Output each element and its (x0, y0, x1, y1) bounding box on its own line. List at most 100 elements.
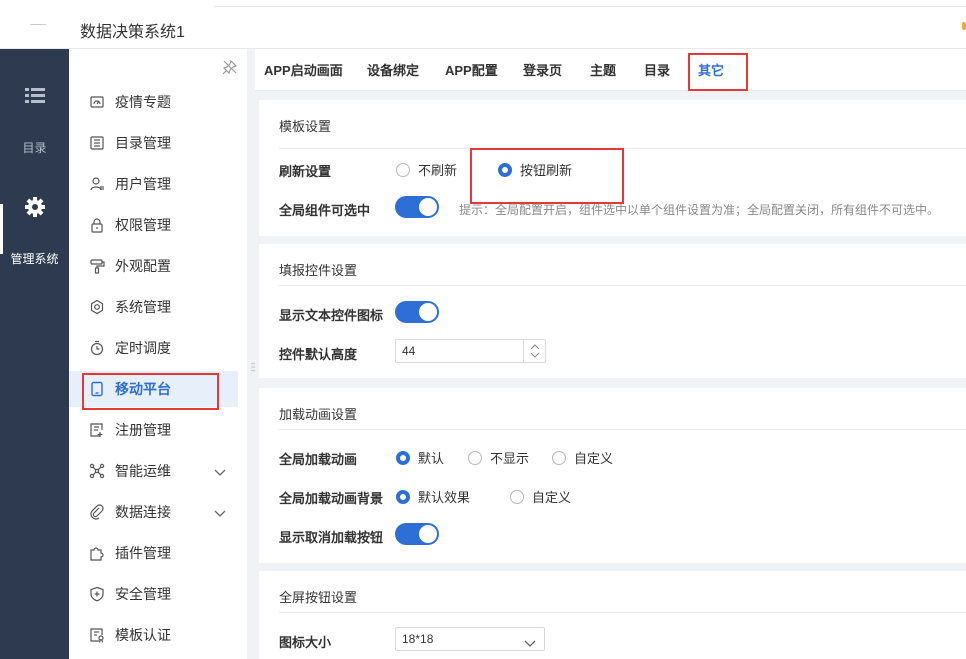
primary-rail: 目录 管理系统 (0, 49, 69, 659)
rail-label-management: 管理系统 (10, 252, 59, 266)
radio-anim-default[interactable]: 默认 (396, 448, 444, 467)
radio-no-refresh[interactable]: 不刷新 (396, 160, 457, 179)
menu-item-catalog[interactable]: 目录管理 (69, 125, 238, 161)
radio-anim-none[interactable]: 不显示 (468, 448, 529, 467)
menu-label: 目录管理 (115, 135, 171, 151)
menu-label: 权限管理 (115, 217, 171, 233)
radio-label: 默认 (418, 451, 445, 466)
menu-item-epidemic[interactable]: 疫情专题 (69, 84, 238, 120)
panel-title: 填报控件设置 (279, 263, 358, 278)
menu-item-template-auth[interactable]: 模板认证 (69, 617, 238, 653)
panel-resize-handle[interactable] (251, 360, 255, 372)
menu-label: 插件管理 (115, 545, 171, 561)
global-select-label: 全局组件可选中 (279, 203, 371, 218)
panel-title: 加载动画设置 (279, 407, 358, 422)
global-anim-label: 全局加载动画 (279, 452, 358, 467)
settings-icon (89, 299, 105, 315)
radio-bg-default[interactable]: 默认效果 (396, 487, 470, 506)
menu-label: 定时调度 (115, 340, 171, 356)
catalog-icon (89, 135, 105, 151)
radio-bg-custom[interactable]: 自定义 (510, 487, 571, 506)
mobile-icon (89, 381, 105, 397)
radio-circle (396, 162, 410, 177)
header-divider (30, 24, 46, 25)
dashboard-icon (89, 94, 105, 110)
menu-label: 智能运维 (115, 463, 171, 479)
menu-label: 注册管理 (115, 422, 171, 438)
tab-login-page[interactable]: 登录页 (523, 49, 562, 91)
panel-title: 全屏按钮设置 (279, 590, 358, 605)
tab-other[interactable]: 其它 (692, 49, 730, 91)
menu-label: 数据连接 (115, 504, 171, 520)
secondary-menu: 疫情专题 目录管理 用户管理 权限管理 外观配置 系统管理 定时调度 移动平台 … (69, 49, 247, 659)
stepper-arrows[interactable] (523, 340, 545, 362)
panel-divider (279, 285, 966, 286)
menu-item-user[interactable]: 用户管理 (69, 166, 238, 202)
refresh-label: 刷新设置 (279, 164, 332, 179)
template-settings-panel: 模板设置 刷新设置 不刷新 按钮刷新 全局组件可选中 提示：全局配置开启，组件选… (259, 100, 966, 236)
menu-item-ops[interactable]: 智能运维 (69, 453, 238, 489)
menu-label: 外观配置 (115, 258, 171, 274)
radio-circle (468, 450, 482, 465)
panel-title: 模板设置 (279, 119, 332, 134)
tab-theme[interactable]: 主题 (590, 49, 616, 91)
rail-item-management[interactable]: 管理系统 (0, 49, 69, 269)
radio-label: 默认效果 (418, 490, 471, 505)
system-title: 数据决策系统1 (80, 24, 185, 41)
fill-control-panel: 填报控件设置 显示文本控件图标 控件默认高度 (259, 244, 966, 378)
tab-app-splash[interactable]: APP启动画面 (264, 49, 343, 91)
menu-item-mobile[interactable]: 移动平台 (69, 371, 238, 407)
menu-label: 安全管理 (115, 586, 171, 602)
panel-divider (279, 148, 966, 149)
menu-item-datalink[interactable]: 数据连接 (69, 494, 238, 530)
timer-icon (89, 340, 105, 356)
menu-item-security[interactable]: 安全管理 (69, 576, 238, 612)
menu-label: 模板认证 (115, 627, 171, 643)
toggle-knob (419, 525, 437, 543)
menu-item-schedule[interactable]: 定时调度 (69, 330, 238, 366)
radio-anim-custom[interactable]: 自定义 (552, 448, 613, 467)
global-select-hint: 提示：全局配置开启，组件选中以单个组件设置为准；全局配置关闭，所有组件不可选中。 (459, 203, 940, 217)
menu-label: 系统管理 (115, 299, 171, 315)
menu-item-plugin[interactable]: 插件管理 (69, 535, 238, 571)
menu-item-register[interactable]: 注册管理 (69, 412, 238, 448)
show-icon-toggle[interactable] (395, 301, 439, 323)
cancel-button-toggle[interactable] (395, 523, 439, 545)
radio-label: 自定义 (574, 451, 614, 466)
tab-app-config[interactable]: APP配置 (445, 49, 498, 91)
global-select-toggle[interactable] (395, 196, 439, 218)
menu-label: 用户管理 (115, 176, 171, 192)
menu-item-system[interactable]: 系统管理 (69, 289, 238, 325)
radio-label: 不显示 (490, 451, 530, 466)
cancel-button-label: 显示取消加载按钮 (279, 530, 384, 545)
icon-size-label: 图标大小 (279, 635, 332, 650)
menu-label: 疫情专题 (115, 94, 171, 110)
height-input[interactable] (396, 340, 516, 362)
icon-size-select[interactable]: 18*18 (395, 627, 545, 651)
height-label: 控件默认高度 (279, 347, 358, 362)
radio-label: 自定义 (532, 490, 572, 505)
menu-item-appearance[interactable]: 外观配置 (69, 248, 238, 284)
radio-label: 按钮刷新 (520, 163, 573, 178)
tab-device-binding[interactable]: 设备绑定 (367, 49, 419, 91)
paint-roller-icon (89, 258, 105, 274)
anim-bg-label: 全局加载动画背景 (279, 491, 384, 506)
height-stepper[interactable] (395, 339, 546, 363)
radio-circle (396, 450, 410, 465)
register-icon (89, 422, 105, 438)
shield-icon (89, 586, 105, 602)
radio-circle (498, 162, 512, 177)
notification-dot (962, 22, 966, 30)
panel-divider (279, 429, 966, 430)
pin-icon[interactable] (222, 59, 238, 75)
chevron-down-icon[interactable] (214, 506, 226, 518)
show-icon-label: 显示文本控件图标 (279, 308, 384, 323)
user-icon (89, 176, 105, 192)
radio-button-refresh[interactable]: 按钮刷新 (498, 160, 572, 179)
lock-icon (89, 217, 105, 233)
tab-catalog[interactable]: 目录 (644, 49, 670, 91)
radio-label: 不刷新 (418, 163, 458, 178)
menu-item-permission[interactable]: 权限管理 (69, 207, 238, 243)
network-icon (89, 463, 105, 479)
chevron-down-icon[interactable] (214, 465, 226, 477)
